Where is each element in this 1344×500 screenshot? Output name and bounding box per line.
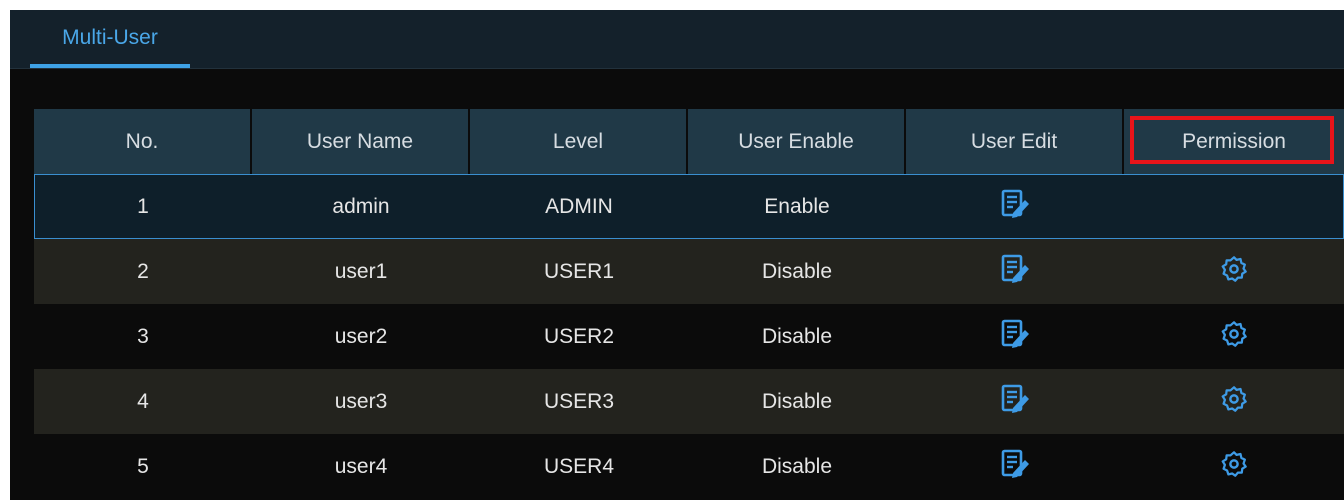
- header-level: Level: [470, 109, 688, 174]
- cell-permission: [1124, 434, 1344, 499]
- cell-user-name: admin: [332, 194, 390, 218]
- cell-no: 4: [137, 389, 149, 413]
- header-no: No.: [34, 109, 252, 174]
- cell-level: USER1: [543, 259, 615, 283]
- cell-permission: [1124, 369, 1344, 434]
- user-table: No. User Name Level User Enable User Edi…: [34, 109, 1344, 499]
- cell-level: USER3: [543, 389, 615, 413]
- edit-icon[interactable]: [1000, 189, 1030, 225]
- gear-icon[interactable]: [1221, 451, 1247, 483]
- cell-no: 5: [137, 454, 149, 478]
- table-row[interactable]: 1 admin ADMIN Enable: [34, 174, 1344, 239]
- edit-icon[interactable]: [1000, 384, 1030, 420]
- table-row[interactable]: 4 user3 USER3 Disable: [34, 369, 1344, 434]
- multi-user-panel: Multi-User No. User Name Level User Enab…: [10, 10, 1344, 500]
- table-body: 1 admin ADMIN Enable 2 user1 USER1 Disable 3 user…: [34, 174, 1344, 499]
- gear-icon[interactable]: [1221, 256, 1247, 288]
- tab-label: Multi-User: [62, 26, 158, 49]
- table-row[interactable]: 2 user1 USER1 Disable: [34, 239, 1344, 304]
- cell-user-enable: Disable: [761, 389, 833, 413]
- cell-user-name: user3: [334, 389, 388, 413]
- cell-user-edit: [906, 304, 1124, 369]
- edit-icon[interactable]: [1000, 319, 1030, 355]
- tab-bar: Multi-User: [10, 10, 1344, 69]
- active-tab-underline: [30, 64, 190, 68]
- cell-user-enable: Disable: [761, 324, 833, 348]
- header-permission: Permission: [1124, 109, 1344, 174]
- tab-multi-user[interactable]: Multi-User: [30, 10, 190, 68]
- header-user-enable: User Enable: [688, 109, 906, 174]
- gear-icon[interactable]: [1221, 386, 1247, 418]
- table-header-row: No. User Name Level User Enable User Edi…: [34, 109, 1344, 174]
- cell-user-edit: [906, 239, 1124, 304]
- cell-no: 1: [137, 194, 149, 218]
- header-user-edit: User Edit: [906, 109, 1124, 174]
- edit-icon[interactable]: [1000, 449, 1030, 485]
- cell-user-edit: [906, 369, 1124, 434]
- table-row[interactable]: 5 user4 USER4 Disable: [34, 434, 1344, 499]
- cell-user-edit: [906, 434, 1124, 499]
- cell-level: USER4: [543, 454, 615, 478]
- cell-user-name: user1: [334, 259, 388, 283]
- highlight-box: [1130, 116, 1334, 164]
- cell-user-enable: Disable: [761, 259, 833, 283]
- table-row[interactable]: 3 user2 USER2 Disable: [34, 304, 1344, 369]
- cell-user-name: user4: [334, 454, 388, 478]
- cell-no: 3: [137, 324, 149, 348]
- cell-no: 2: [137, 259, 149, 283]
- cell-permission: [1124, 304, 1344, 369]
- cell-user-name: user2: [334, 324, 388, 348]
- cell-permission: [1124, 174, 1344, 239]
- cell-user-enable: Disable: [761, 454, 833, 478]
- cell-user-edit: [906, 174, 1124, 239]
- cell-user-enable: Enable: [764, 194, 830, 218]
- cell-permission: [1124, 239, 1344, 304]
- cell-level: USER2: [543, 324, 615, 348]
- cell-level: ADMIN: [545, 194, 613, 218]
- gear-icon[interactable]: [1221, 321, 1247, 353]
- header-user-name: User Name: [252, 109, 470, 174]
- edit-icon[interactable]: [1000, 254, 1030, 290]
